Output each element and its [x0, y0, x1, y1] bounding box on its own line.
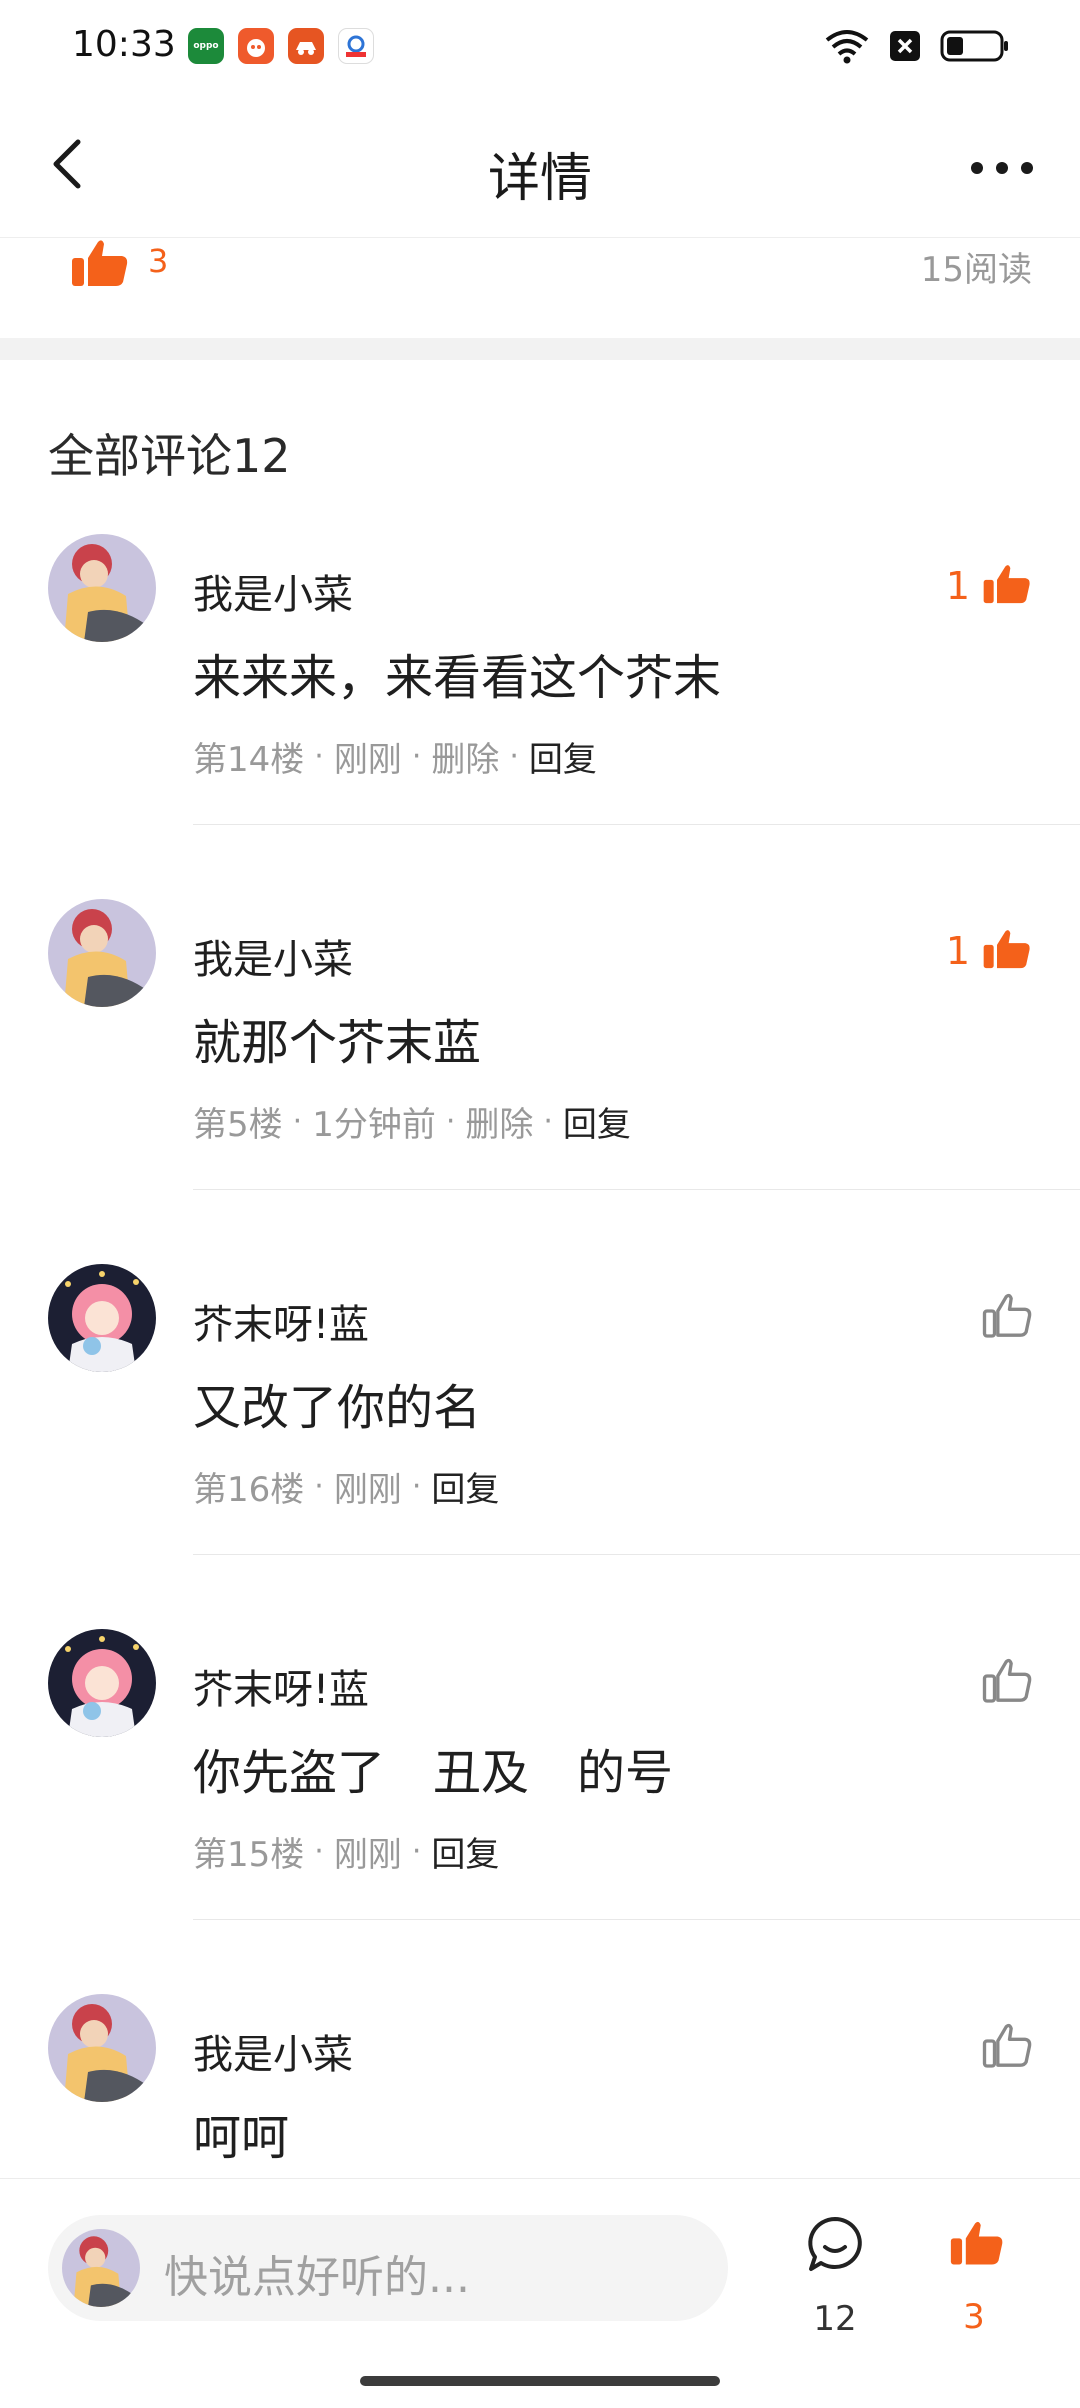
comment-time: 1分钟前: [312, 1105, 436, 1145]
status-time: 10:33: [72, 24, 176, 65]
separator-dot: ·: [509, 739, 519, 774]
thumbs-up-outline-icon: [982, 1657, 1032, 1709]
comment-meta: 第5楼 · 1分钟前 · 删除 · 回复: [193, 1097, 631, 1146]
comment-meta: 第16楼 · 刚刚 · 回复: [193, 1462, 499, 1511]
comment-item[interactable]: 我是小菜 就那个芥末蓝 第5楼 · 1分钟前 · 删除 · 回复 1: [0, 899, 1080, 1263]
comment-meta: 第15楼 · 刚刚 · 回复: [193, 1827, 499, 1876]
comment-like-button[interactable]: [982, 1657, 1032, 1709]
reply-button[interactable]: 回复: [563, 1097, 631, 1146]
post-like-count: 3: [148, 242, 169, 280]
more-options-button[interactable]: [962, 140, 1042, 196]
my-avatar: [62, 2229, 140, 2307]
comment-author[interactable]: 芥末呀!蓝: [193, 1657, 369, 1715]
like-count: 3: [963, 2297, 985, 2337]
delete-button[interactable]: 删除: [465, 1097, 533, 1146]
separator-dot: ·: [314, 1469, 324, 1504]
comment-input-placeholder: 快说点好听的...: [164, 2252, 470, 2303]
comment-like-button[interactable]: 1: [946, 562, 1032, 610]
like-button[interactable]: [942, 2217, 1012, 2273]
comment-like-button[interactable]: [982, 2022, 1032, 2074]
comment-input[interactable]: 快说点好听的...: [48, 2215, 728, 2321]
reply-button[interactable]: 回复: [431, 1462, 499, 1511]
separator-dot: ·: [411, 1834, 422, 1869]
user-avatar[interactable]: [48, 899, 156, 1007]
comment-time: 刚刚: [333, 1470, 402, 1510]
comment-button[interactable]: [800, 2215, 870, 2279]
separator-dot: ·: [543, 1104, 553, 1139]
comment-like-count: 1: [945, 929, 970, 973]
comment-like-count: 1: [945, 564, 970, 608]
separator-dot: ·: [445, 1104, 456, 1139]
thumbs-up-filled-icon: [950, 2221, 1003, 2265]
thumbs-up-filled-icon: [982, 927, 1032, 975]
thumbs-up-filled-icon: [982, 562, 1032, 610]
comment-floor: 第14楼: [193, 740, 305, 780]
page-title: 详情: [487, 149, 592, 209]
comment-count: 12: [813, 2299, 857, 2339]
no-sim-icon: [890, 31, 920, 61]
comment-divider: [193, 1554, 1080, 1555]
separator-dot: ·: [314, 1834, 324, 1869]
comment-item[interactable]: 芥末呀!蓝 你先盗了 丑及 的号 第15楼 · 刚刚 · 回复: [0, 1629, 1080, 1993]
notification-icons: oppo: [188, 28, 374, 64]
thumbs-up-filled-icon[interactable]: [70, 238, 130, 288]
comment-divider: [193, 1919, 1080, 1920]
comment-like-button[interactable]: 1: [946, 927, 1032, 975]
comment-floor: 第5楼: [193, 1105, 283, 1145]
thumbs-up-outline-icon: [982, 2022, 1032, 2074]
comment-time: 刚刚: [333, 740, 402, 780]
comment-text: 又改了你的名: [193, 1380, 482, 1436]
comment-like-button[interactable]: [982, 1292, 1032, 1344]
separator-dot: ·: [411, 739, 422, 774]
system-icons: [824, 28, 1010, 64]
user-avatar[interactable]: [48, 534, 156, 642]
post-stats-row: 3 15阅读: [0, 238, 1080, 338]
comment-divider: [193, 1189, 1080, 1190]
comment-meta: 第14楼 · 刚刚 · 删除 · 回复: [193, 732, 597, 781]
comments-heading: 全部评论12: [48, 429, 291, 483]
home-indicator[interactable]: [360, 2376, 720, 2386]
separator-dot: ·: [314, 739, 324, 774]
wifi-icon: [825, 30, 869, 64]
more-dots-icon: [971, 162, 1033, 174]
separator-dot: ·: [292, 1104, 303, 1139]
thumbs-up-outline-icon: [982, 1292, 1032, 1344]
user-avatar[interactable]: [48, 1264, 156, 1372]
section-divider: [0, 338, 1080, 360]
bottom-action-bar: 快说点好听的... 12 3: [0, 2178, 1080, 2408]
comment-floor: 第15楼: [193, 1835, 305, 1875]
comment-text: 呵呵: [193, 2110, 290, 2166]
top-nav-bar: 详情: [0, 96, 1080, 238]
comment-time: 刚刚: [333, 1835, 402, 1875]
oppo-app-icon: oppo: [188, 28, 224, 64]
user-avatar[interactable]: [48, 1994, 156, 2102]
user-avatar[interactable]: [48, 1629, 156, 1737]
battery-icon: [940, 30, 1008, 62]
status-bar: 10:33 oppo: [0, 0, 1080, 96]
comment-floor: 第16楼: [193, 1470, 305, 1510]
cntv-app-icon: [338, 28, 374, 64]
comment-divider: [193, 824, 1080, 825]
comment-text: 来来来，来看看这个芥末: [193, 650, 722, 706]
car-app-icon: [288, 28, 324, 64]
comment-author[interactable]: 我是小菜: [193, 2022, 353, 2080]
reply-button[interactable]: 回复: [529, 732, 597, 781]
comment-author[interactable]: 我是小菜: [193, 562, 353, 620]
post-read-count: 15阅读: [920, 250, 1032, 290]
comment-author[interactable]: 我是小菜: [193, 927, 353, 985]
chat-bubble-icon: [808, 2217, 862, 2271]
comment-item[interactable]: 我是小菜 来来来，来看看这个芥末 第14楼 · 刚刚 · 删除 · 回复 1: [0, 534, 1080, 898]
comment-item[interactable]: 芥末呀!蓝 又改了你的名 第16楼 · 刚刚 · 回复: [0, 1264, 1080, 1628]
separator-dot: ·: [411, 1469, 422, 1504]
comment-author[interactable]: 芥末呀!蓝: [193, 1292, 369, 1350]
shop-app-icon: [238, 28, 274, 64]
comment-text: 你先盗了 丑及 的号: [193, 1745, 674, 1801]
comment-text: 就那个芥末蓝: [193, 1015, 482, 1071]
reply-button[interactable]: 回复: [431, 1827, 499, 1876]
delete-button[interactable]: 删除: [431, 732, 499, 781]
